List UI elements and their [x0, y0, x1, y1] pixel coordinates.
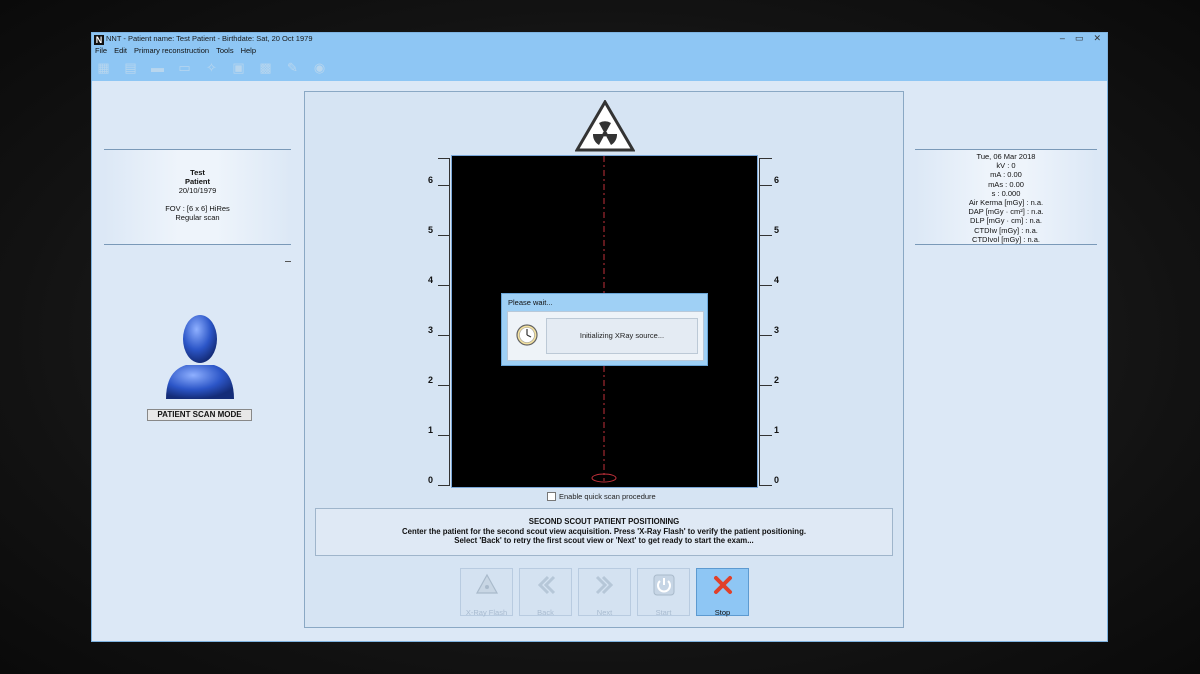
patient-dob: 20/10/1979 — [178, 186, 217, 195]
menu-primary-reconstruction[interactable]: Primary reconstruction — [134, 46, 209, 55]
quick-scan-label: Enable quick scan procedure — [559, 492, 656, 501]
menu-file[interactable]: File — [95, 46, 107, 55]
image-icon[interactable]: ▩ — [258, 60, 273, 75]
air-kerma-value: Air Kerma [mGy] : n.a. — [968, 198, 1044, 208]
instructions-title: SECOND SCOUT PATIENT POSITIONING — [528, 517, 680, 526]
power-icon — [653, 574, 674, 596]
xray-flash-label: X-Ray Flash — [465, 608, 508, 617]
radiation-icon — [475, 573, 498, 594]
instructions-line1: Center the patient for the second scout … — [401, 526, 807, 536]
ruler-label: 3 — [428, 325, 434, 335]
toolbar: ▦ ▤ ▬ ▭ ✧ ▣ ▩ ✎ ◉ — [96, 60, 327, 75]
next-arrow-icon — [595, 575, 613, 595]
next-label: Next — [596, 608, 613, 617]
dialog-message: Initializing XRay source... — [546, 318, 698, 354]
ruler-label: 6 — [428, 175, 434, 185]
back-label: Back — [537, 608, 554, 617]
pen-icon[interactable]: ✎ — [285, 60, 300, 75]
please-wait-dialog: Please wait... Initializing XRay source.… — [501, 293, 708, 366]
save-icon[interactable]: ▦ — [96, 60, 111, 75]
patient-avatar-icon — [166, 315, 234, 399]
exposure-info-panel: Tue, 06 Mar 2018 kV : 0 mA : 0.00 mAs : … — [915, 149, 1097, 245]
main-window: N NNT - Patient name: Test Patient - Bir… — [91, 32, 1108, 642]
ctdivol-value: CTDIvol [mGy] : n.a. — [972, 234, 1040, 244]
dap-value: DAP [mGy · cm²] : n.a. — [968, 207, 1044, 217]
next-button[interactable]: Next — [578, 568, 631, 617]
help-icon[interactable]: ◉ — [312, 60, 327, 75]
minimize-button[interactable]: – — [1060, 33, 1065, 44]
ruler-label: 4 — [428, 275, 434, 285]
patient-scan-mode-label: PATIENT SCAN MODE — [147, 409, 252, 421]
start-label: Start — [655, 608, 672, 617]
back-button[interactable]: Back — [519, 568, 572, 617]
quick-scan-option[interactable]: Enable quick scan procedure — [547, 492, 656, 501]
ma-value: mA : 0.00 — [990, 170, 1022, 180]
stop-label: Stop — [714, 608, 731, 617]
action-buttons: X-Ray Flash Back Next Start Stop — [460, 568, 749, 617]
ctdiw-value: CTDIw [mGy] : n.a. — [974, 225, 1038, 235]
patient-info-panel: Test Patient 20/10/1979 FOV : [6 x 6] Hi… — [104, 149, 291, 245]
scan-type-label: Regular scan — [175, 213, 220, 222]
ruler-label: 2 — [774, 375, 780, 385]
exam-date: Tue, 06 Mar 2018 — [976, 152, 1036, 161]
maximize-button[interactable]: ▭ — [1075, 33, 1084, 44]
instructions-line2: Select 'Back' to retry the first scout v… — [454, 536, 754, 545]
ruler-label: 5 — [774, 225, 780, 235]
ruler-label: 3 — [774, 325, 780, 335]
patient-first-name: Test — [190, 168, 205, 177]
stop-button[interactable]: Stop — [696, 568, 749, 617]
clock-icon — [516, 324, 538, 346]
xray-flash-button[interactable]: X-Ray Flash — [460, 568, 513, 617]
ruler-label: 1 — [774, 425, 780, 435]
window-controls: – ▭ ✕ — [1060, 33, 1101, 44]
save-all-icon[interactable]: ▤ — [123, 60, 138, 75]
menu-tools[interactable]: Tools — [216, 46, 234, 55]
ruler-label: 2 — [428, 375, 434, 385]
ruler-right: 6 5 4 3 2 1 0 — [759, 158, 779, 486]
ruler-label: 6 — [774, 175, 780, 185]
patient-last-name: Patient — [184, 177, 210, 186]
wand-icon[interactable]: ✧ — [204, 60, 219, 75]
quick-scan-checkbox[interactable] — [547, 492, 556, 501]
mas-value: mAs : 0.00 — [988, 179, 1024, 189]
app-logo: N — [94, 35, 104, 45]
dialog-title: Please wait... — [508, 298, 553, 307]
radiation-warning-icon — [575, 100, 635, 152]
ruler-label: 1 — [428, 425, 434, 435]
ruler-label: 4 — [774, 275, 780, 285]
stop-x-icon — [713, 576, 732, 594]
menu-edit[interactable]: Edit — [114, 46, 127, 55]
ruler-label: 5 — [428, 225, 434, 235]
scan-icon[interactable]: ▣ — [231, 60, 246, 75]
back-arrow-icon — [537, 575, 555, 595]
instructions-panel: SECOND SCOUT PATIENT POSITIONING Center … — [315, 508, 893, 556]
dialog-body: Initializing XRay source... — [507, 311, 704, 361]
close-button[interactable]: ✕ — [1093, 33, 1101, 44]
ruler-label: 0 — [774, 475, 780, 485]
scan-panel: 6 5 4 3 2 1 0 6 5 4 3 2 1 0 Please wait.… — [304, 91, 904, 628]
seconds-value: s : 0.000 — [991, 188, 1021, 198]
menu-bar: File Edit Primary reconstruction Tools H… — [95, 46, 256, 55]
window-title: NNT - Patient name: Test Patient - Birth… — [106, 34, 313, 43]
start-button[interactable]: Start — [637, 568, 690, 617]
folder-open-icon[interactable]: ▭ — [177, 60, 192, 75]
menu-help[interactable]: Help — [241, 46, 256, 55]
folder-icon[interactable]: ▬ — [150, 60, 165, 75]
title-bar: N NNT - Patient name: Test Patient - Bir… — [92, 33, 1107, 81]
dlp-value: DLP [mGy · cm] : n.a. — [970, 216, 1042, 226]
fov-label: FOV : [6 x 6] HiRes — [165, 204, 230, 213]
ruler-left: 6 5 4 3 2 1 0 — [428, 158, 450, 486]
ruler-label: 0 — [428, 475, 434, 485]
divider — [285, 261, 291, 262]
kv-value: kV : 0 — [996, 161, 1016, 171]
